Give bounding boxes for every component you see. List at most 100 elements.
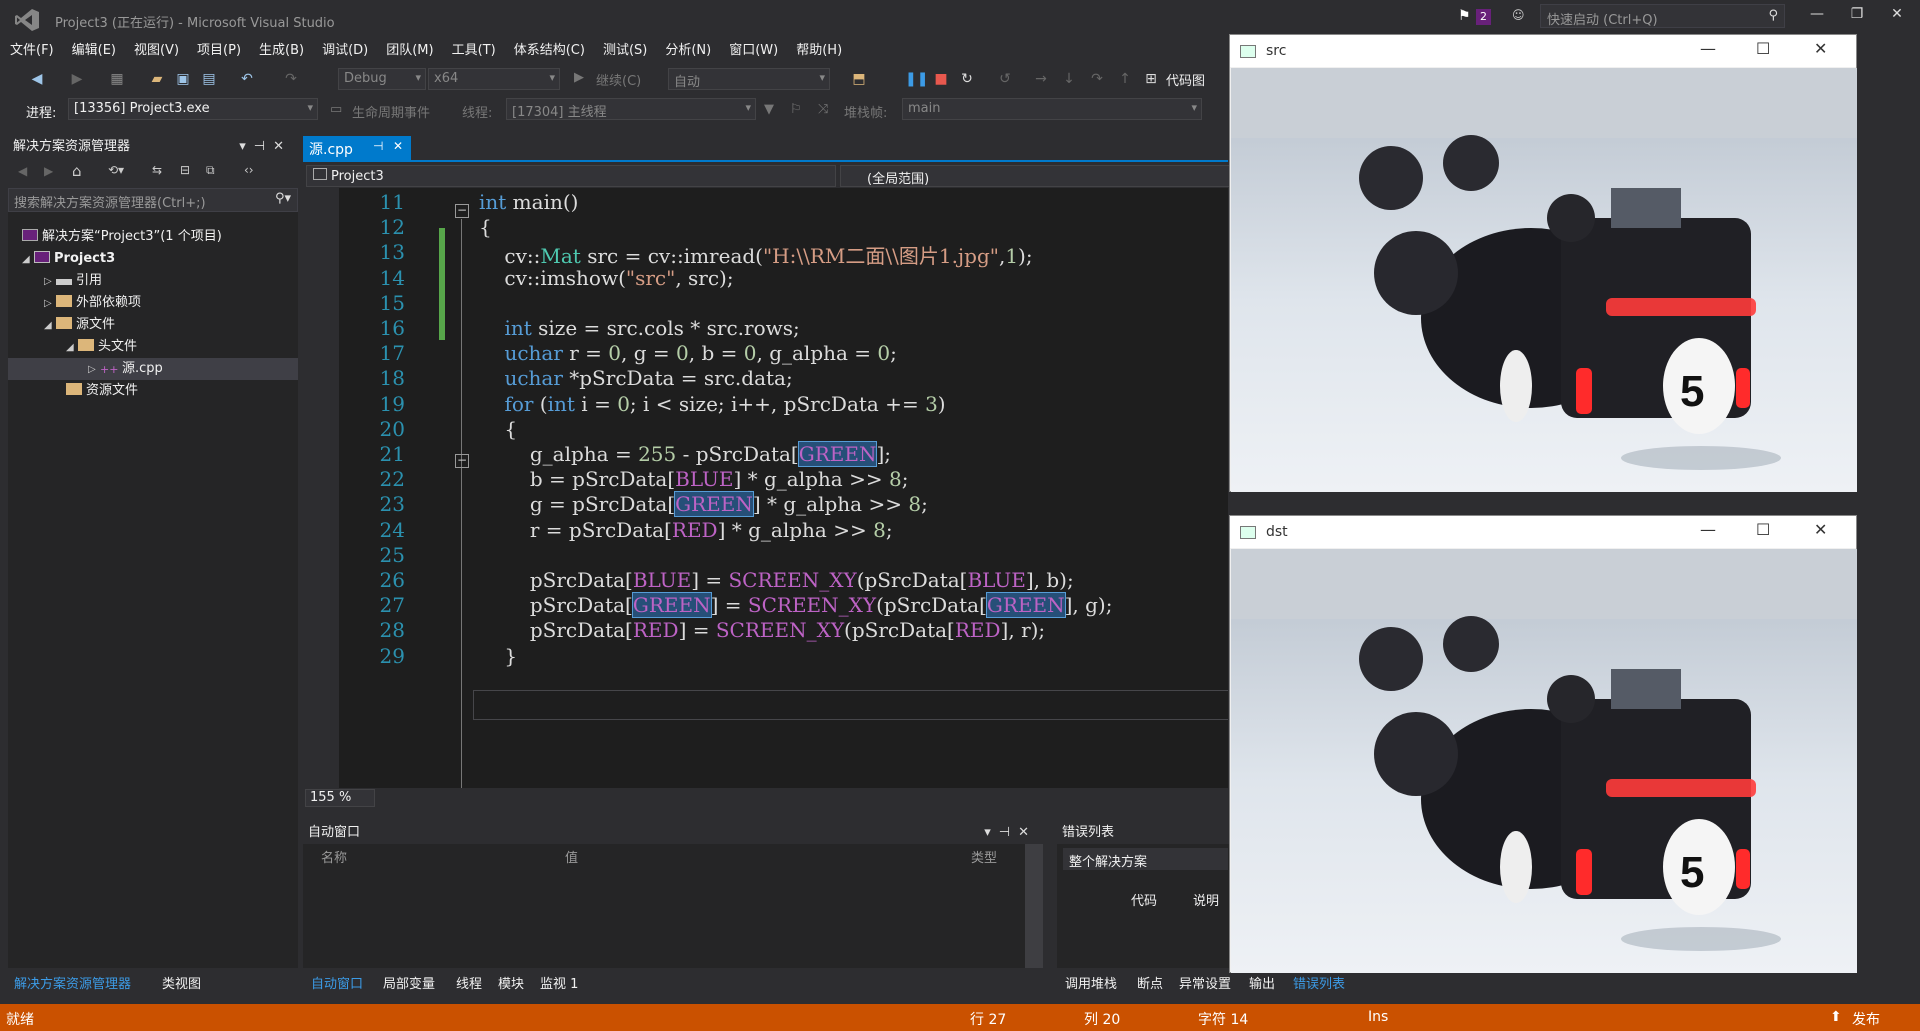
collapse-all-icon[interactable]: ⊟: [180, 163, 190, 177]
restart-icon[interactable]: ↻: [958, 70, 976, 88]
code-line[interactable]: int size = src.cols * src.rows;: [479, 316, 799, 340]
sync-icon[interactable]: ⟲▾: [108, 163, 124, 177]
quick-launch-input[interactable]: 快速启动 (Ctrl+Q) ⚲: [1540, 4, 1785, 28]
tab-source-cpp[interactable]: 源.cpp ⊣ ✕: [303, 136, 411, 160]
minimize-button[interactable]: —: [1700, 39, 1716, 58]
menu-project[interactable]: 项目(P): [197, 40, 241, 62]
open-folder-icon[interactable]: ▰: [148, 70, 166, 88]
menu-test[interactable]: 测试(S): [603, 40, 647, 62]
tree-item-external-deps[interactable]: ▷ 外部依赖项: [8, 292, 298, 314]
config-dropdown[interactable]: Debug: [338, 68, 426, 90]
solution-search-input[interactable]: 搜索解决方案资源管理器(Ctrl+;) ⚲▾: [8, 188, 298, 212]
code-line[interactable]: uchar *pSrcData = src.data;: [479, 366, 792, 390]
pause-icon[interactable]: ❚❚: [905, 70, 928, 88]
show-next-statement-icon[interactable]: →: [1032, 70, 1050, 88]
auto-dropdown[interactable]: 自动: [668, 68, 830, 90]
stack-frame-dropdown[interactable]: main: [902, 98, 1202, 120]
column-value[interactable]: 值: [565, 847, 578, 866]
menu-analyze[interactable]: 分析(N): [665, 40, 711, 62]
flag-thread-icon[interactable]: ⚐: [790, 102, 802, 117]
tab-call-stack[interactable]: 调用堆栈: [1065, 973, 1117, 992]
minimize-button[interactable]: —: [1800, 6, 1834, 28]
collapsed-icon[interactable]: ▷: [44, 271, 56, 293]
collapse-main-icon[interactable]: −: [455, 204, 469, 218]
tab-output[interactable]: 输出: [1249, 973, 1275, 992]
tree-item-project[interactable]: ◢ Project3: [8, 248, 298, 270]
code-line[interactable]: cv::imshow("src", src);: [479, 266, 733, 290]
error-scope-dropdown[interactable]: 整个解决方案: [1063, 848, 1228, 870]
pin-icon[interactable]: ⊣: [373, 139, 383, 153]
tree-item-references[interactable]: ▷ 引用: [8, 270, 298, 292]
code-line[interactable]: g_alpha = 255 - pSrcData[GREEN];: [479, 441, 891, 467]
tab-class-view[interactable]: 类视图: [162, 973, 201, 992]
tab-locals[interactable]: 局部变量: [383, 973, 435, 992]
tab-error-list[interactable]: 错误列表: [1293, 973, 1345, 992]
tree-item-resource-files[interactable]: 资源文件: [8, 380, 298, 402]
close-button[interactable]: ✕: [1814, 39, 1827, 58]
collapsed-icon[interactable]: ▷: [88, 359, 100, 381]
code-line[interactable]: pSrcData[GREEN] = SCREEN_XY(pSrcData[GRE…: [479, 592, 1112, 619]
forward-icon[interactable]: ▶: [44, 164, 53, 178]
menu-architecture[interactable]: 体系结构(C): [514, 40, 585, 62]
expanded-icon[interactable]: ◢: [66, 337, 78, 359]
find-icon[interactable]: ⬒: [850, 70, 868, 88]
feedback-icon[interactable]: ☺: [1512, 8, 1525, 22]
maximize-button[interactable]: ☐: [1756, 39, 1770, 58]
tab-solution-explorer[interactable]: 解决方案资源管理器: [14, 973, 131, 992]
dst-image-window[interactable]: dst — ☐ ✕ 5: [1229, 515, 1857, 973]
close-button[interactable]: ✕: [1814, 520, 1827, 539]
code-line[interactable]: {: [479, 417, 517, 441]
save-icon[interactable]: ▣: [174, 70, 192, 88]
hot-reload-icon[interactable]: ↺: [996, 70, 1014, 88]
tab-exception-settings[interactable]: 异常设置: [1179, 973, 1231, 992]
continue-play-icon[interactable]: ▶: [574, 70, 584, 85]
code-line[interactable]: int main(): [479, 190, 578, 214]
publish-button[interactable]: 发布: [1852, 1009, 1880, 1029]
back-icon[interactable]: ◀: [18, 164, 27, 178]
lifecycle-events-dropdown[interactable]: 生命周期事件: [352, 102, 430, 121]
code-line[interactable]: pSrcData[BLUE] = SCREEN_XY(pSrcData[BLUE…: [479, 568, 1074, 592]
tree-item-solution[interactable]: 解决方案“Project3”(1 个项目): [8, 226, 298, 248]
filter-icon[interactable]: ▼: [764, 102, 774, 117]
save-all-icon[interactable]: ▤: [200, 70, 218, 88]
switch-views-icon[interactable]: ⇆: [152, 163, 162, 177]
expanded-icon[interactable]: ◢: [44, 315, 56, 337]
collapse-for-icon[interactable]: −: [455, 454, 469, 468]
menu-build[interactable]: 生成(B): [259, 40, 304, 62]
menu-window[interactable]: 窗口(W): [729, 40, 778, 62]
step-out-icon[interactable]: ↑: [1116, 70, 1134, 88]
tab-breakpoints[interactable]: 断点: [1137, 973, 1163, 992]
menu-view[interactable]: 视图(V): [134, 40, 179, 62]
thread-dropdown[interactable]: [17304] 主线程: [506, 98, 756, 120]
code-editor[interactable]: − − 11 12 13 14 15 16 17 18 19 20 21 22 23 24 25 26 27 28…: [303, 188, 1228, 788]
column-name[interactable]: 名称: [321, 847, 347, 866]
undo-icon[interactable]: ↶: [238, 70, 256, 88]
expanded-icon[interactable]: ◢: [22, 249, 34, 271]
close-button[interactable]: ✕: [1880, 6, 1914, 28]
menu-team[interactable]: 团队(M): [386, 40, 433, 62]
notification-count[interactable]: 2: [1476, 9, 1491, 25]
code-line[interactable]: uchar r = 0, g = 0, b = 0, g_alpha = 0;: [479, 341, 896, 365]
maximize-button[interactable]: ☐: [1756, 520, 1770, 539]
breakpoint-margin[interactable]: [303, 188, 339, 788]
step-into-icon[interactable]: ↓: [1060, 70, 1078, 88]
publish-icon[interactable]: ⬆: [1830, 1009, 1842, 1025]
menu-help[interactable]: 帮助(H): [796, 40, 842, 62]
src-image-window[interactable]: src — ☐ ✕ 5: [1229, 34, 1857, 492]
panel-pin-close-icons[interactable]: ▾⊣✕: [239, 136, 292, 158]
toggle-view-icon[interactable]: ⤨: [818, 102, 828, 117]
tree-item-source-cpp[interactable]: ▷ ++ 源.cpp: [8, 358, 298, 380]
tab-watch-1[interactable]: 监视 1: [540, 973, 578, 992]
minimize-button[interactable]: —: [1700, 520, 1716, 539]
forward-icon[interactable]: ▶: [68, 70, 86, 88]
tree-item-source-files[interactable]: ◢ 源文件: [8, 314, 298, 336]
step-over-icon[interactable]: ↷: [1088, 70, 1106, 88]
tab-threads[interactable]: 线程: [456, 973, 482, 992]
code-map-button[interactable]: 代码图: [1166, 70, 1205, 89]
tab-autos[interactable]: 自动窗口: [311, 973, 363, 992]
code-line[interactable]: pSrcData[RED] = SCREEN_XY(pSrcData[RED],…: [479, 618, 1045, 642]
code-line[interactable]: g = pSrcData[GREEN] * g_alpha >> 8;: [479, 491, 928, 518]
new-project-icon[interactable]: ▦: [108, 70, 126, 88]
column-code[interactable]: 代码: [1131, 890, 1157, 909]
zoom-dropdown[interactable]: 155 %: [305, 789, 375, 807]
